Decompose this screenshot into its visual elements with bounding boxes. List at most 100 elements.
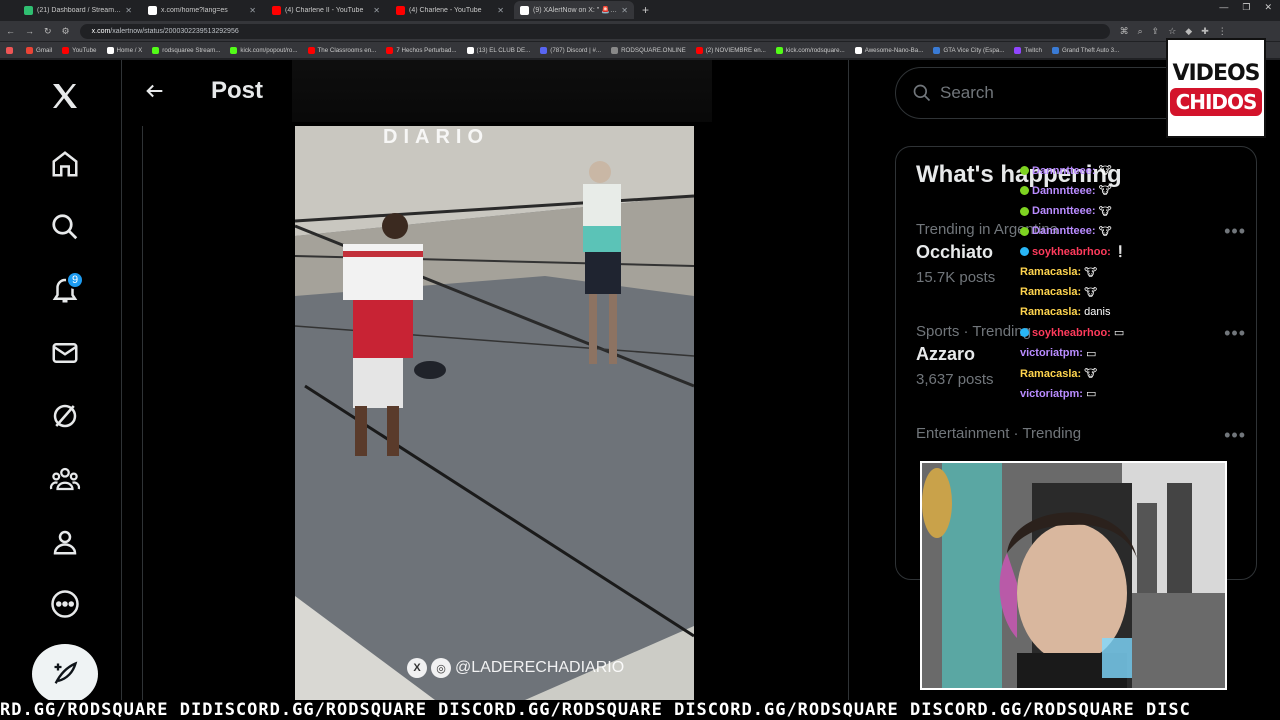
extension-icon[interactable]: ◆ xyxy=(1185,26,1192,37)
chat-message: Dannntteee: 🐮 xyxy=(1020,184,1112,197)
tab-close-icon[interactable]: ✕ xyxy=(621,6,628,15)
tab-label: (21) Dashboard / Streamlabs xyxy=(37,6,122,14)
reload-icon[interactable]: ↻ xyxy=(44,26,52,37)
bookmark-item[interactable]: Awesome-Nano-Ba... xyxy=(854,46,923,54)
address-bar: ← → ↻ ⚙ x.com/xalertnow/status/200030223… xyxy=(0,21,1280,41)
tab-close-icon[interactable]: ✕ xyxy=(125,6,132,15)
bookmark-label: (2) NOVIEMBRE en... xyxy=(705,46,766,54)
chat-message: soykheabrhoo: ▭ xyxy=(1020,326,1124,339)
bookmark-item[interactable]: Home / X xyxy=(106,46,143,54)
bookmark-label: (13) EL CLUB DE... xyxy=(476,46,531,54)
bookmark-item[interactable]: (2) NOVIEMBRE en... xyxy=(695,46,766,54)
site-info-icon[interactable]: ⚙ xyxy=(62,26,70,37)
bookmark-item[interactable]: YouTube xyxy=(62,46,97,54)
bookmark-item[interactable]: Gmail xyxy=(26,46,53,54)
bookmark-item[interactable]: Grand Theft Auto 3... xyxy=(1051,46,1119,54)
bookmark-favicon-icon xyxy=(540,46,548,54)
bookmark-item[interactable] xyxy=(6,46,16,54)
chat-text: danis xyxy=(1084,306,1111,319)
tab-label: (9) XAlertNow on X: " 🚨 BR xyxy=(533,7,618,14)
share-icon[interactable]: ⇪ xyxy=(1152,26,1160,37)
url-field[interactable]: x.com/xalertnow/status/20003022395132929… xyxy=(79,23,1110,39)
bookmark-label: rodsquaree Stream... xyxy=(162,46,221,54)
puzzle-icon[interactable]: ✚ xyxy=(1201,26,1209,37)
home-icon[interactable] xyxy=(44,143,86,185)
webcam-overlay xyxy=(920,461,1227,690)
back-icon[interactable]: ← xyxy=(6,26,15,36)
tab-close-icon[interactable]: ✕ xyxy=(373,6,380,15)
bookmark-favicon-icon xyxy=(611,46,619,54)
bookmark-item[interactable]: kick.com/popout/ro... xyxy=(230,46,298,54)
chat-text: 🐮 xyxy=(1098,225,1112,238)
chat-text: ▭ xyxy=(1085,347,1097,360)
watermark-handle: @LADERECHADIARIO xyxy=(455,659,625,676)
trend-meta: Entertainment · Trending xyxy=(916,425,1082,442)
main-column: Post DIARIO X ◎ @LADERECHADIARIO xyxy=(122,60,849,700)
bookmark-item[interactable]: GTA Vice City (Espa... xyxy=(933,46,1004,54)
trend-item[interactable]: Entertainment · Trending ••• xyxy=(916,425,1246,446)
bookmark-favicon-icon xyxy=(152,46,160,54)
chat-message: soykheabrhoo: ❕ xyxy=(1020,245,1128,258)
tab-bar: (21) Dashboard / Streamlabs ✕ x.com/home?l… xyxy=(0,0,1280,20)
bookmarks-bar: Gmail YouTube Home / X rodsquaree Stream...… xyxy=(0,42,1280,58)
chat-message: Ramacasla: danis xyxy=(1020,306,1110,318)
bookmark-favicon-icon xyxy=(933,46,941,54)
notifications-icon[interactable]: 9 xyxy=(44,269,86,311)
back-arrow-icon[interactable] xyxy=(140,76,170,106)
bookmark-label: Home / X xyxy=(116,46,143,54)
forward-icon[interactable]: → xyxy=(25,26,34,36)
chat-message: Dannntteee: 🐮 xyxy=(1020,205,1112,218)
extensions: ⌘ ⌕ ⇪ ☆ ◆ ✚ ⋮ xyxy=(1120,26,1227,37)
bookmark-item[interactable]: rodsquaree Stream... xyxy=(152,46,221,54)
search-placeholder: Search xyxy=(940,83,994,102)
browser-tab[interactable]: (21) Dashboard / Streamlabs ✕ xyxy=(18,1,138,19)
translate-icon[interactable]: ⌘ xyxy=(1120,26,1129,37)
chat-message: victoriatpm: ▭ xyxy=(1020,387,1096,401)
new-tab-icon[interactable]: + xyxy=(642,3,649,17)
tab-favicon-icon xyxy=(148,5,157,15)
tab-close-icon[interactable]: ✕ xyxy=(249,6,256,15)
star-icon[interactable]: ☆ xyxy=(1168,26,1176,37)
bookmark-item[interactable]: RODSQUARE.ONLINE xyxy=(611,46,686,54)
bookmark-item[interactable]: kick.com/rodsquare... xyxy=(775,46,845,54)
browser-tab[interactable]: (9) XAlertNow on X: " 🚨 BR ✕ xyxy=(514,1,634,19)
bookmark-item[interactable]: (787) Discord | #... xyxy=(540,46,602,54)
bookmark-label: kick.com/popout/ro... xyxy=(240,46,298,54)
minimize-icon[interactable]: — xyxy=(1219,2,1228,13)
more-icon[interactable] xyxy=(44,583,86,625)
chat-badge-icon xyxy=(1020,166,1029,175)
communities-icon[interactable] xyxy=(44,458,86,500)
url-path: /xalertnow/status/2000302239513292956 xyxy=(110,27,239,35)
chat-username: Dannntteee: xyxy=(1032,205,1096,218)
bookmark-item[interactable]: (13) EL CLUB DE... xyxy=(466,46,531,54)
search-input[interactable]: Search xyxy=(895,67,1195,119)
chat-text: 🐮 xyxy=(1098,205,1112,218)
restore-icon[interactable]: ❐ xyxy=(1242,2,1250,13)
profile-icon[interactable] xyxy=(44,521,86,563)
menu-icon[interactable]: ⋮ xyxy=(1218,26,1227,37)
bookmark-label: (787) Discord | #... xyxy=(550,46,602,54)
bookmark-favicon-icon xyxy=(62,46,70,54)
bookmark-label: kick.com/rodsquare... xyxy=(785,46,845,54)
tab-close-icon[interactable]: ✕ xyxy=(497,6,504,15)
browser-tab[interactable]: (4) Charlene II - YouTube ✕ xyxy=(266,1,386,19)
grok-icon[interactable] xyxy=(44,395,86,437)
videos-chidos-logo: VIDEOS CHIDOS xyxy=(1166,38,1266,138)
messages-icon[interactable] xyxy=(44,332,86,374)
more-options-icon[interactable]: ••• xyxy=(1224,425,1246,446)
chat-username: victoriatpm: xyxy=(1020,347,1083,360)
tab-label: x.com/home?lang=es xyxy=(161,6,228,14)
bookmark-item[interactable]: The Classrooms en... xyxy=(307,46,376,54)
compose-post-button[interactable] xyxy=(32,644,98,704)
close-icon[interactable]: ✕ xyxy=(1264,2,1272,13)
browser-tab[interactable]: (4) Charlene - YouTube ✕ xyxy=(390,1,510,19)
x-logo-icon[interactable] xyxy=(44,75,86,117)
bookmark-label: Gmail xyxy=(36,46,53,54)
bookmark-item[interactable]: 7 Hechos Perturbad... xyxy=(386,46,457,54)
chat-badge-icon xyxy=(1020,226,1029,236)
zoom-icon[interactable]: ⌕ xyxy=(1138,26,1143,37)
browser-tab[interactable]: x.com/home?lang=es ✕ xyxy=(142,1,262,19)
explore-icon[interactable] xyxy=(44,206,86,248)
post-video[interactable]: DIARIO X ◎ @LADERECHADIARIO xyxy=(295,126,694,700)
bookmark-item[interactable]: Twitch xyxy=(1014,46,1042,54)
